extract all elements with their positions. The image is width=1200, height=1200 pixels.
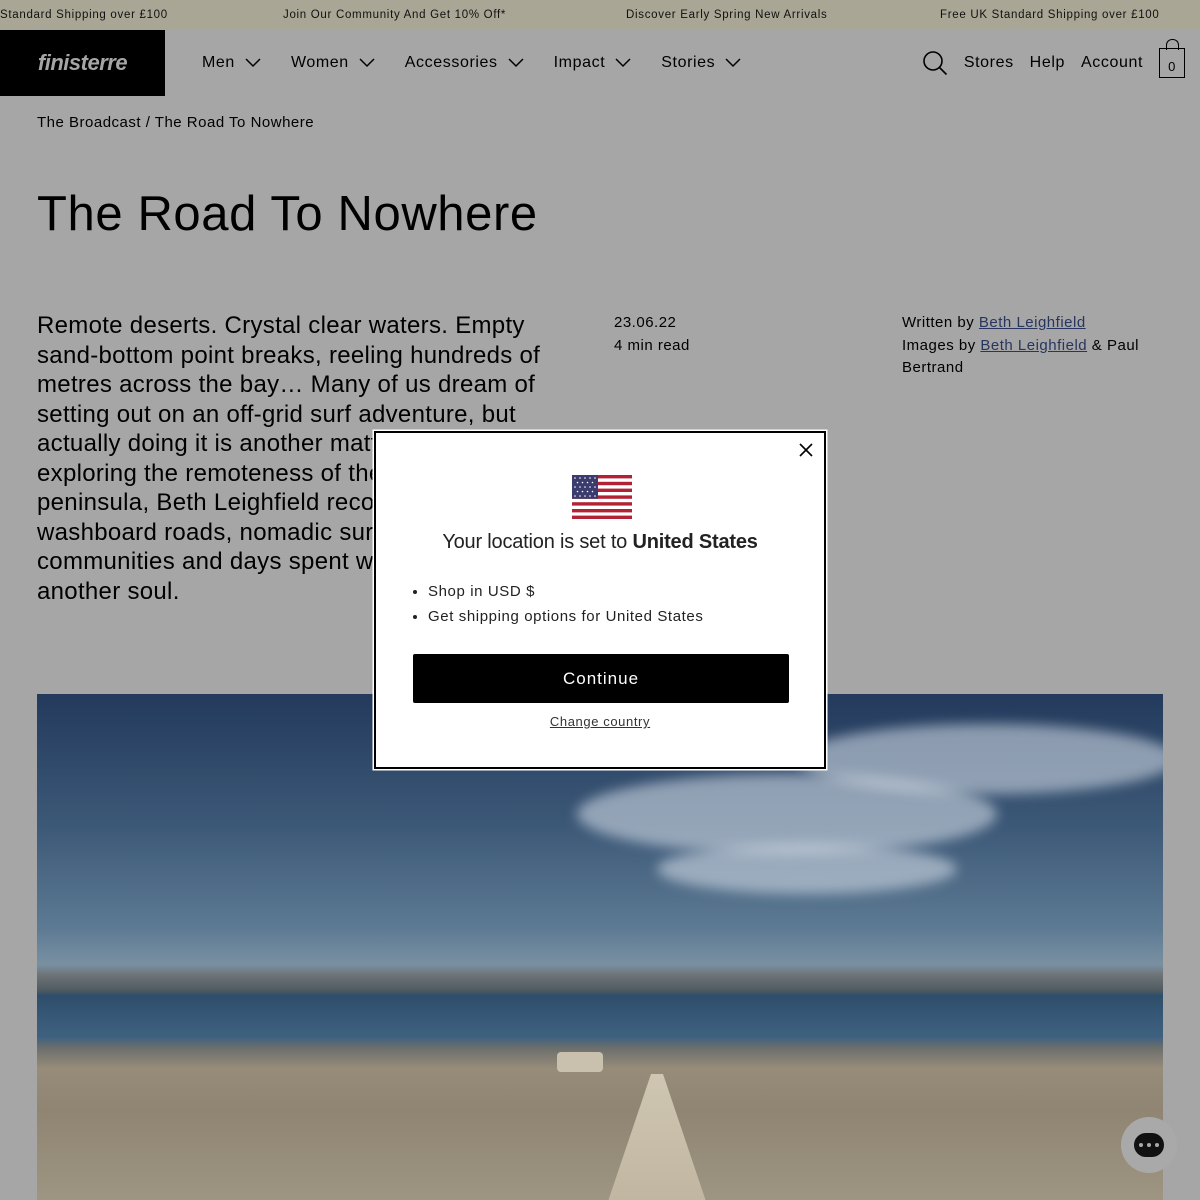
location-message: Your location is set to United States — [376, 531, 824, 554]
page-title: The Road To Nowhere — [37, 187, 538, 241]
article-meta: 23.06.22 4 min read — [614, 312, 690, 357]
us-flag-icon — [572, 475, 632, 519]
cloud-shape — [797, 724, 1163, 794]
location-options: Shop in USD $ Get shipping options for U… — [428, 580, 703, 629]
images-by-label: Images by — [902, 336, 976, 354]
written-by: Written by Beth Leighfield — [902, 312, 1172, 335]
list-item: Get shipping options for United States — [428, 605, 703, 630]
cloud-shape — [657, 844, 957, 894]
nav-item-label: Stories — [661, 54, 716, 71]
article-date: 23.06.22 — [614, 314, 677, 331]
announcement-text[interactable]: Discover Early Spring New Arrivals — [626, 9, 827, 21]
hero-image — [37, 694, 1163, 1200]
article-credits: Written by Beth Leighfield Images by Bet… — [902, 312, 1172, 380]
nav-item-label: Women — [290, 54, 349, 71]
continue-button[interactable]: Continue — [413, 654, 789, 703]
account-link[interactable]: Account — [1081, 54, 1143, 72]
images-by-join: & — [1091, 336, 1103, 354]
chevron-down-icon — [725, 58, 741, 68]
chevron-down-icon — [508, 58, 524, 68]
help-link[interactable]: Help — [1030, 54, 1065, 72]
announcement-bar: Standard Shipping over £100 Join Our Com… — [0, 0, 1200, 30]
utility-nav: Stores Help Account 0 — [922, 30, 1185, 96]
main-nav: Men Women Accessories Impact Stories — [202, 30, 771, 96]
stores-link[interactable]: Stores — [964, 54, 1014, 72]
cart-count: 0 — [1168, 59, 1176, 74]
images-by: Images by Beth Leighfield & Paul Bertran… — [902, 335, 1172, 380]
nav-item-men[interactable]: Men — [202, 54, 261, 72]
vehicle-shape — [557, 1052, 603, 1072]
list-item: Shop in USD $ — [428, 580, 703, 605]
bag-icon[interactable]: 0 — [1159, 39, 1185, 78]
announcement-text[interactable]: Join Our Community And Get 10% Off* — [283, 9, 506, 21]
chat-button[interactable] — [1121, 1117, 1177, 1173]
written-by-label: Written by — [902, 314, 975, 331]
site-header: finisterre Men Women Accessories Impact … — [0, 30, 1200, 96]
nav-item-women[interactable]: Women — [291, 54, 375, 72]
location-prefix: Your location is set to — [442, 531, 628, 553]
announcement-text: Standard Shipping over £100 — [0, 9, 168, 21]
photographer-link[interactable]: Beth Leighfield — [980, 337, 1087, 354]
sand-track-shape — [597, 1074, 717, 1200]
location-country: United States — [632, 531, 758, 553]
nav-item-impact[interactable]: Impact — [554, 54, 632, 72]
chevron-down-icon — [615, 58, 631, 68]
search-icon[interactable] — [922, 50, 948, 76]
nav-item-label: Men — [202, 54, 235, 71]
nav-item-label: Impact — [553, 54, 606, 71]
chevron-down-icon — [245, 58, 261, 68]
chat-icon — [1134, 1133, 1164, 1157]
author-link[interactable]: Beth Leighfield — [979, 314, 1086, 331]
change-country-link[interactable]: Change country — [376, 714, 824, 729]
logo[interactable]: finisterre — [0, 30, 165, 96]
read-time: 4 min read — [614, 336, 690, 354]
nav-item-label: Accessories — [404, 54, 498, 71]
location-modal: Your location is set to United States Sh… — [374, 431, 826, 769]
announcement-text: Free UK Standard Shipping over £100 — [940, 9, 1160, 21]
close-icon[interactable] — [798, 442, 814, 458]
nav-item-stories[interactable]: Stories — [661, 54, 741, 72]
nav-item-accessories[interactable]: Accessories — [405, 54, 524, 72]
chevron-down-icon — [359, 58, 375, 68]
breadcrumb[interactable]: The Broadcast / The Road To Nowhere — [37, 114, 314, 131]
